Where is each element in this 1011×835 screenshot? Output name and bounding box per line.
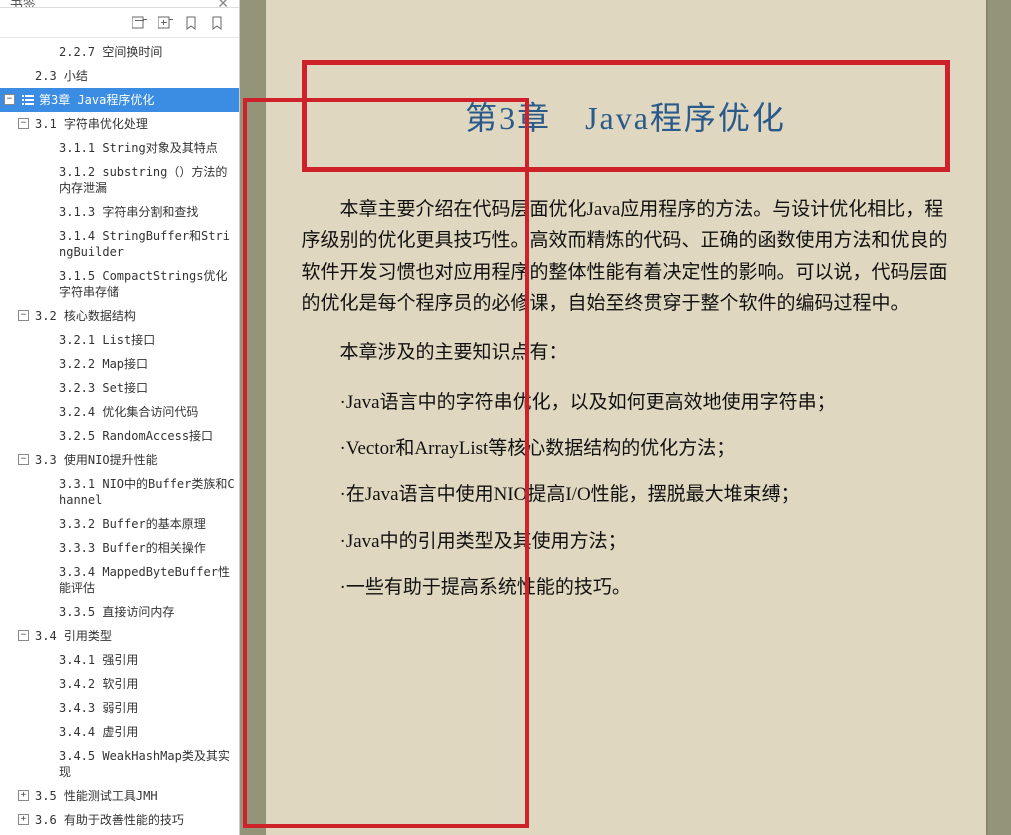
sidebar-title: 书签 [10, 0, 36, 8]
tree-item-label: 2.2.7 空间换时间 [59, 44, 235, 60]
bookmark-tree[interactable]: 2.2.7 空间换时间2.3 小结−第3章 Java程序优化−3.1 字符串优化… [0, 38, 239, 835]
tree-item[interactable]: 2.2.7 空间换时间 [0, 40, 239, 64]
page-bullet: ·Java语言中的字符串优化，以及如何更高效地使用字符串； [302, 387, 950, 419]
tree-item-label: 3.1.2 substring（）方法的内存泄漏 [59, 164, 235, 196]
tree-item-label: 3.1.4 StringBuffer和StringBuilder [59, 228, 235, 260]
tree-item[interactable]: 3.2.5 RandomAccess接口 [0, 424, 239, 448]
tree-item-label: 3.3.3 Buffer的相关操作 [59, 540, 235, 556]
tree-item-label: 3.4.5 WeakHashMap类及其实现 [59, 748, 235, 780]
tree-item[interactable]: 3.2.3 Set接口 [0, 376, 239, 400]
tree-item[interactable]: −3.2 核心数据结构 [0, 304, 239, 328]
tree-item[interactable]: 3.1.3 字符串分割和查找 [0, 200, 239, 224]
tree-item[interactable]: 3.3.5 直接访问内存 [0, 600, 239, 624]
tree-item-label: 3.2.5 RandomAccess接口 [59, 428, 235, 444]
tree-item-label: 3.2.1 List接口 [59, 332, 235, 348]
tree-item[interactable]: +3.5 性能测试工具JMH [0, 784, 239, 808]
tree-item-label: 3.1 字符串优化处理 [35, 116, 235, 132]
list-icon [21, 94, 35, 106]
tree-item[interactable]: 3.3.2 Buffer的基本原理 [0, 512, 239, 536]
collapse-all-icon[interactable] [131, 15, 147, 31]
tree-item[interactable]: 3.4.1 强引用 [0, 648, 239, 672]
tree-item-label: 第3章 Java程序优化 [39, 92, 235, 108]
tree-item-label: 2.3 小结 [35, 68, 235, 84]
tree-item-label: 3.2.4 优化集合访问代码 [59, 404, 235, 420]
collapse-icon[interactable]: − [4, 94, 15, 105]
tree-item-label: 3.4.4 虚引用 [59, 724, 235, 740]
close-icon[interactable]: ✕ [213, 0, 233, 8]
tree-item[interactable]: 3.4.4 虚引用 [0, 720, 239, 744]
tree-item-label: 3.4.2 软引用 [59, 676, 235, 692]
document-stage: 第3章 Java程序优化 本章主要介绍在代码层面优化Java应用程序的方法。与设… [240, 0, 1011, 835]
tree-item[interactable]: 3.2.1 List接口 [0, 328, 239, 352]
tree-item[interactable]: 3.1.2 substring（）方法的内存泄漏 [0, 160, 239, 200]
tree-item[interactable]: − 第3章 Java程序优化 [0, 88, 239, 112]
chapter-heading: 第3章 Java程序优化 [327, 93, 925, 139]
sidebar-toolbar [0, 8, 239, 38]
tree-item-label: 3.3.1 NIO中的Buffer类族和Channel [59, 476, 235, 508]
page-bullets: ·Java语言中的字符串优化，以及如何更高效地使用字符串； ·Vector和Arr… [302, 387, 950, 604]
tree-item[interactable]: −3.4 引用类型 [0, 624, 239, 648]
tree-item-label: 3.6 有助于改善性能的技巧 [35, 812, 235, 828]
tree-item[interactable]: 3.4.5 WeakHashMap类及其实现 [0, 744, 239, 784]
page-bullet: ·Vector和ArrayList等核心数据结构的优化方法； [302, 433, 950, 465]
collapse-icon[interactable]: − [18, 454, 29, 465]
tree-item-label: 3.3 使用NIO提升性能 [35, 452, 235, 468]
tree-item-label: 3.3.2 Buffer的基本原理 [59, 516, 235, 532]
tree-item-label: 3.4.3 弱引用 [59, 700, 235, 716]
expand-icon[interactable]: + [18, 790, 29, 801]
tree-item[interactable]: −3.3 使用NIO提升性能 [0, 448, 239, 472]
tree-item-label: 3.3.5 直接访问内存 [59, 604, 235, 620]
page-paragraph-2: 本章涉及的主要知识点有： [302, 337, 950, 368]
tree-item[interactable]: 3.1.1 String对象及其特点 [0, 136, 239, 160]
tree-item-label: 3.2.2 Map接口 [59, 356, 235, 372]
bookmark-next-icon[interactable] [209, 15, 225, 31]
page-bullet: ·Java中的引用类型及其使用方法； [302, 526, 950, 558]
document-page: 第3章 Java程序优化 本章主要介绍在代码层面优化Java应用程序的方法。与设… [266, 0, 986, 835]
bookmark-sidebar: 书签 ✕ 2.2.7 空间换时间2.3 小结−第3章 Java程序优化−3.1 … [0, 0, 240, 835]
tree-item-label: 3.1.1 String对象及其特点 [59, 140, 235, 156]
tree-item[interactable]: 2.3 小结 [0, 64, 239, 88]
tree-item[interactable]: 3.4.3 弱引用 [0, 696, 239, 720]
collapse-icon[interactable]: − [18, 310, 29, 321]
tree-item-label: 3.4 引用类型 [35, 628, 235, 644]
collapse-icon[interactable]: − [18, 118, 29, 129]
tree-item[interactable]: 3.1.5 CompactStrings优化字符串存储 [0, 264, 239, 304]
bookmark-prev-icon[interactable] [183, 15, 199, 31]
sidebar-titlebar: 书签 ✕ [0, 0, 239, 8]
tree-item[interactable]: 3.2.2 Map接口 [0, 352, 239, 376]
expand-all-icon[interactable] [157, 15, 173, 31]
expand-icon[interactable]: + [18, 814, 29, 825]
tree-item-label: 3.5 性能测试工具JMH [35, 788, 235, 804]
page-bullet: ·在Java语言中使用NIO提高I/O性能，摆脱最大堆束缚； [302, 479, 950, 511]
tree-item[interactable]: −3.1 字符串优化处理 [0, 112, 239, 136]
tree-item-label: 3.1.3 字符串分割和查找 [59, 204, 235, 220]
tree-item-label: 3.1.5 CompactStrings优化字符串存储 [59, 268, 235, 300]
tree-item-label: 3.3.4 MappedByteBuffer性能评估 [59, 564, 235, 596]
tree-item-label: 3.2.3 Set接口 [59, 380, 235, 396]
tree-item[interactable]: 3.3.3 Buffer的相关操作 [0, 536, 239, 560]
tree-item-label: 3.2 核心数据结构 [35, 308, 235, 324]
tree-item[interactable]: 3.4.2 软引用 [0, 672, 239, 696]
highlight-box-heading: 第3章 Java程序优化 [302, 60, 950, 172]
tree-item[interactable]: 3.2.4 优化集合访问代码 [0, 400, 239, 424]
tree-item[interactable]: 3.3.1 NIO中的Buffer类族和Channel [0, 472, 239, 512]
tree-item[interactable]: +3.6 有助于改善性能的技巧 [0, 808, 239, 832]
page-paragraph-1: 本章主要介绍在代码层面优化Java应用程序的方法。与设计优化相比，程序级别的优化… [302, 194, 950, 319]
collapse-icon[interactable]: − [18, 630, 29, 641]
tree-item-label: 3.4.1 强引用 [59, 652, 235, 668]
page-bullet: ·一些有助于提高系统性能的技巧。 [302, 572, 950, 604]
tree-item[interactable]: 3.1.4 StringBuffer和StringBuilder [0, 224, 239, 264]
tree-item[interactable]: 3.3.4 MappedByteBuffer性能评估 [0, 560, 239, 600]
